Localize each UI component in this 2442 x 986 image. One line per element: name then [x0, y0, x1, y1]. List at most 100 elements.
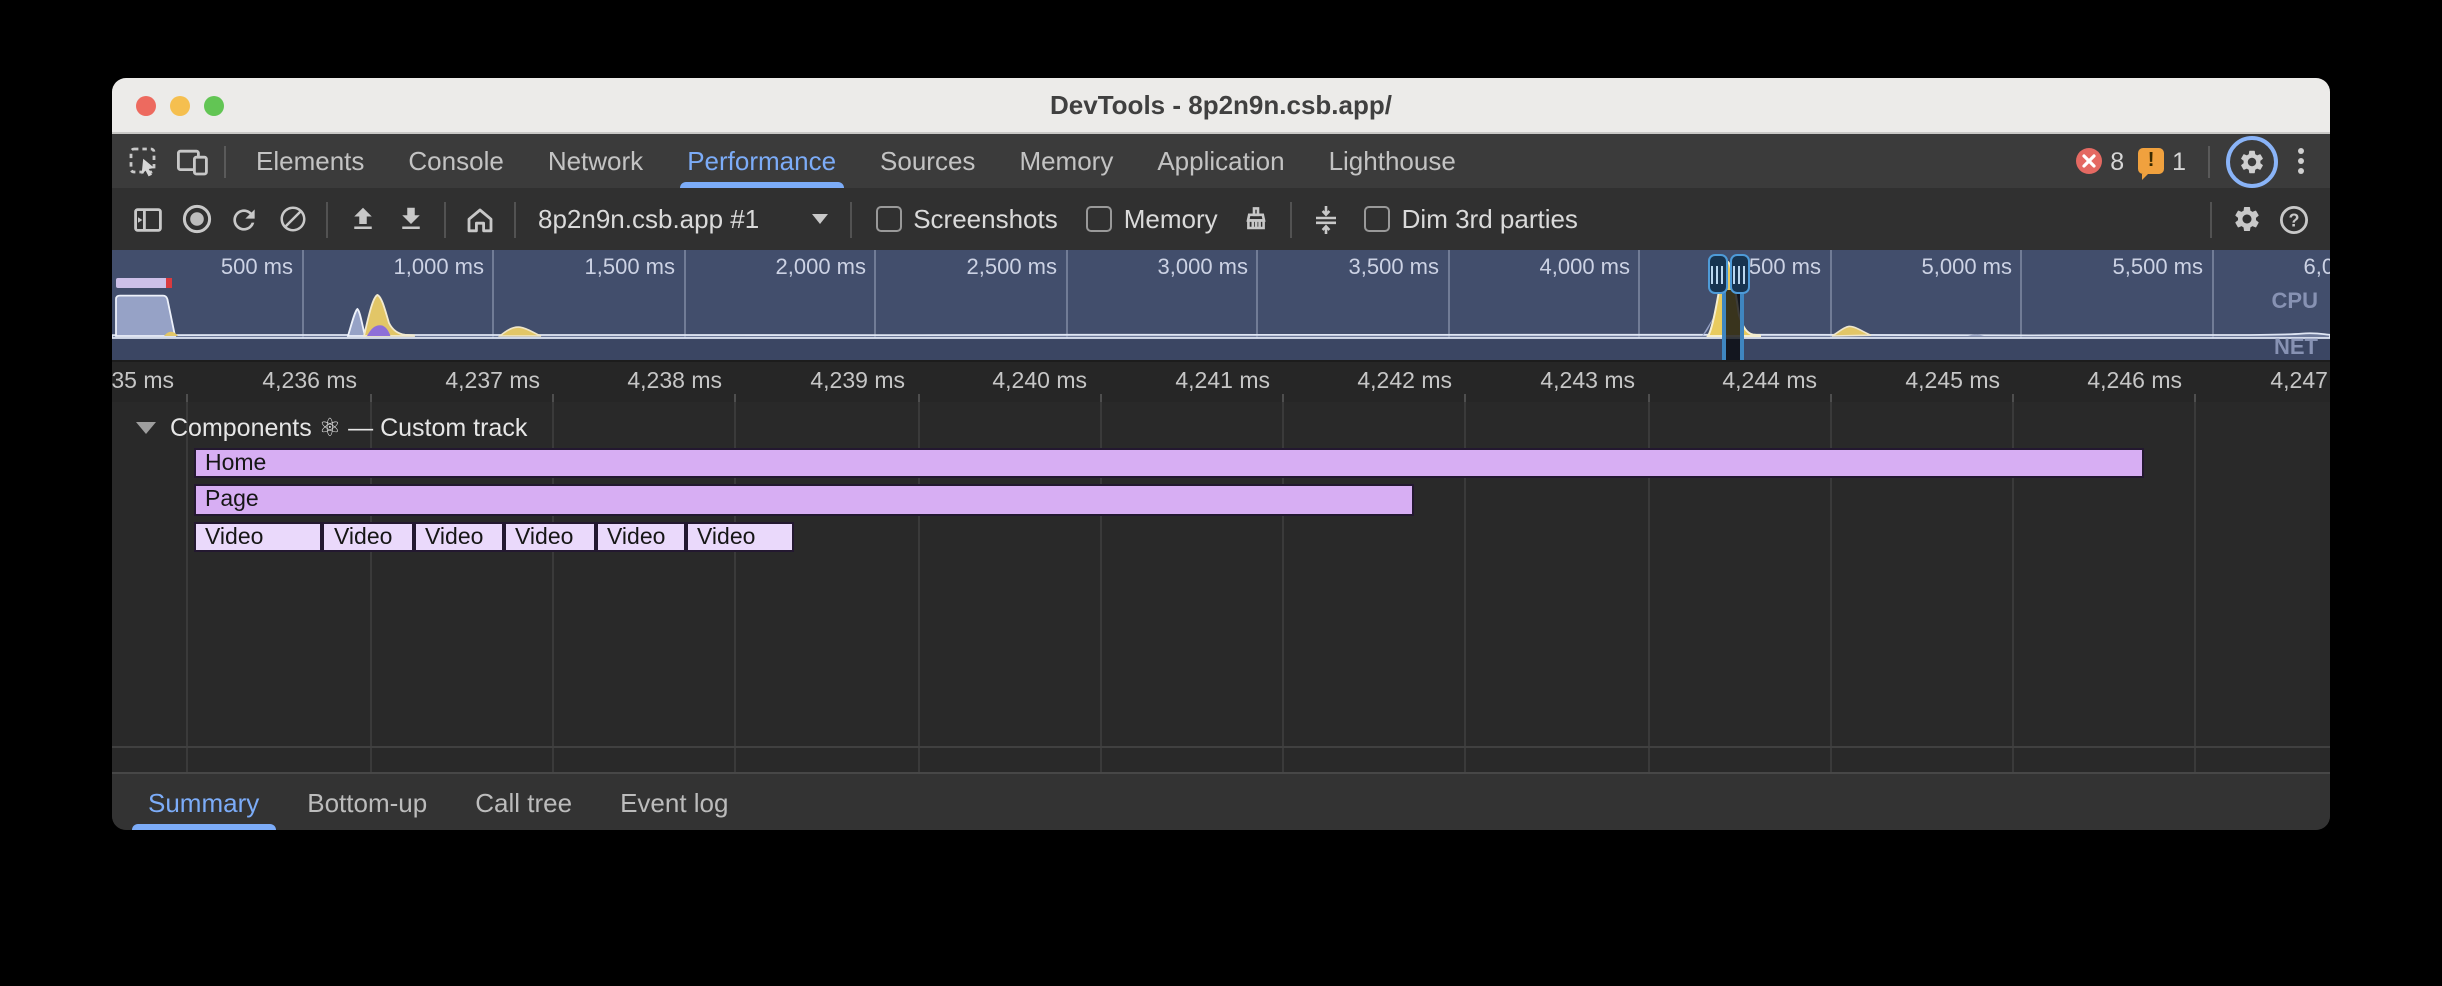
warning-badge-icon[interactable]: !: [2138, 148, 2164, 174]
ruler-tick-label: 4,247 ms: [2270, 370, 2330, 394]
error-badge-icon[interactable]: [2076, 148, 2102, 174]
details-tab-event-log[interactable]: Event log: [596, 774, 752, 830]
ruler-tick-label: 4,236 ms: [262, 370, 357, 394]
inspect-element-icon[interactable]: [120, 139, 168, 183]
flame-bar-video[interactable]: Video: [503, 521, 595, 552]
help-icon[interactable]: ?: [2274, 199, 2314, 239]
toolbar-divider: [326, 201, 328, 237]
screenshots-checkbox-group[interactable]: Screenshots: [875, 204, 1058, 234]
tab-sources[interactable]: Sources: [858, 134, 997, 188]
ruler-tick-label: 4,245 ms: [1905, 370, 2000, 394]
settings-gear-icon[interactable]: [2226, 135, 2278, 187]
window-titlebar: DevTools - 8p2n9n.csb.app/: [112, 78, 2330, 134]
window-title: DevTools - 8p2n9n.csb.app/: [112, 78, 2330, 132]
record-button[interactable]: [176, 199, 216, 239]
overview-tick-label: 500 ms: [221, 256, 293, 280]
selection-left-line: [1722, 288, 1726, 360]
details-tab-bar: SummaryBottom-upCall treeEvent log: [112, 772, 2330, 830]
ruler-tick-label: 4,239 ms: [810, 370, 905, 394]
svg-text:?: ?: [2289, 209, 2300, 229]
details-tab-call-tree[interactable]: Call tree: [451, 774, 596, 830]
tab-application[interactable]: Application: [1135, 134, 1306, 188]
custom-track-title: Components ⚛ — Custom track: [170, 412, 527, 442]
ruler-tick-label: 4,241 ms: [1175, 370, 1270, 394]
flame-bar-page[interactable]: Page: [193, 484, 1414, 515]
memory-checkbox[interactable]: [1086, 206, 1112, 232]
error-count[interactable]: 8: [2110, 147, 2124, 175]
devtools-tab-bar: ElementsConsoleNetworkPerformanceSources…: [112, 134, 2330, 188]
selection-left-handle[interactable]: [1707, 254, 1727, 294]
flame-bar-video[interactable]: Video: [595, 521, 685, 552]
overview-tick-label: 4,000 ms: [1540, 256, 1631, 280]
toolbar-divider: [2210, 201, 2212, 237]
dim-third-parties-checkbox[interactable]: [1364, 206, 1390, 232]
tab-network[interactable]: Network: [526, 134, 665, 188]
toolbar-divider: [444, 201, 446, 237]
overview-tick-label: 1,500 ms: [585, 256, 676, 280]
tab-elements[interactable]: Elements: [234, 134, 386, 188]
toolbar-divider: [849, 201, 851, 237]
selection-right-line: [1740, 288, 1744, 360]
selection-right-handle[interactable]: [1729, 254, 1749, 294]
panel-tabs: ElementsConsoleNetworkPerformanceSources…: [234, 134, 1478, 188]
collapse-triangle-icon[interactable]: [136, 421, 156, 433]
tab-bar-right-controls: 8 ! 1: [2076, 135, 2314, 187]
overview-tick-label: 2,000 ms: [776, 256, 867, 280]
ruler-tick-label: 4,238 ms: [627, 370, 722, 394]
overview-tick-label: 6,000 ms: [2304, 256, 2331, 280]
ruler-tick-label: 4,240 ms: [992, 370, 1087, 394]
flame-bar-video[interactable]: Video: [322, 521, 413, 552]
network-request-bar: [116, 277, 172, 287]
screen-background: DevTools - 8p2n9n.csb.app/ ElementsConso…: [0, 0, 2442, 986]
save-profile-icon[interactable]: [390, 199, 430, 239]
custom-track-header[interactable]: Components ⚛ — Custom track: [136, 412, 527, 442]
chevron-down-icon: [811, 214, 827, 224]
tab-performance[interactable]: Performance: [665, 134, 858, 188]
devtools-window: DevTools - 8p2n9n.csb.app/ ElementsConso…: [112, 78, 2330, 830]
load-profile-icon[interactable]: [342, 199, 382, 239]
flame-bar-video[interactable]: Video: [193, 521, 322, 552]
track-bottom-divider: [112, 746, 2330, 748]
main-gridline: [186, 402, 188, 772]
overview-tick-label: 5,500 ms: [2113, 256, 2204, 280]
record-and-reload-icon[interactable]: [224, 199, 264, 239]
overview-tick-label: 1,000 ms: [394, 256, 485, 280]
details-tab-bottom-up[interactable]: Bottom-up: [283, 774, 451, 830]
main-gridline: [2194, 402, 2196, 772]
react-atom-icon: ⚛: [319, 414, 341, 442]
tab-memory[interactable]: Memory: [997, 134, 1135, 188]
overview-tick-label: 5,000 ms: [1922, 256, 2013, 280]
flame-bar-video[interactable]: Video: [413, 521, 503, 552]
overview-tick-label: 2,500 ms: [967, 256, 1058, 280]
dim-third-parties-label: Dim 3rd parties: [1402, 204, 1578, 234]
capture-settings-gear-icon[interactable]: [2226, 199, 2266, 239]
memory-checkbox-group[interactable]: Memory: [1086, 204, 1218, 234]
dim-third-parties-checkbox-group[interactable]: Dim 3rd parties: [1364, 204, 1578, 234]
overview-tick-label: 3,000 ms: [1158, 256, 1249, 280]
device-toolbar-icon[interactable]: [168, 139, 216, 183]
tab-lighthouse[interactable]: Lighthouse: [1307, 134, 1478, 188]
tab-console[interactable]: Console: [386, 134, 525, 188]
more-options-icon[interactable]: [2286, 145, 2314, 177]
ruler-tick-label: 4,244 ms: [1722, 370, 1817, 394]
flame-chart-area[interactable]: Components ⚛ — Custom track Home Page Vide…: [112, 402, 2330, 772]
toolbar-divider: [514, 201, 516, 237]
collect-garbage-icon[interactable]: [1236, 199, 1276, 239]
ruler-tick-label: 4,242 ms: [1357, 370, 1452, 394]
performance-toolbar: 8p2n9n.csb.app #1 Screenshots Memory: [112, 188, 2330, 250]
collapse-expand-icon[interactable]: [1306, 199, 1346, 239]
timeline-ruler: 4,235 ms 4,236 ms 4,237 ms 4,238 ms 4,239 ms…: [112, 360, 2330, 404]
home-icon[interactable]: [460, 199, 500, 239]
flame-bar-home[interactable]: Home: [193, 447, 2143, 478]
warning-count[interactable]: 1: [2172, 147, 2186, 175]
details-tab-summary[interactable]: Summary: [124, 774, 283, 830]
clear-recording-icon[interactable]: [272, 199, 312, 239]
toggle-sidebar-icon[interactable]: [128, 199, 168, 239]
ruler-tick-label: 4,235 ms: [112, 370, 174, 394]
ruler-tick-label: 4,237 ms: [445, 370, 540, 394]
flame-bar-video[interactable]: Video: [685, 521, 794, 552]
timeline-overview[interactable]: 500 ms 1,000 ms 1,500 ms 2,000 ms 2,500 ms 3,…: [112, 250, 2330, 360]
target-selector-dropdown[interactable]: 8p2n9n.csb.app #1: [538, 204, 827, 234]
toolbar-right-controls: ?: [2200, 199, 2318, 239]
screenshots-checkbox[interactable]: [875, 206, 901, 232]
